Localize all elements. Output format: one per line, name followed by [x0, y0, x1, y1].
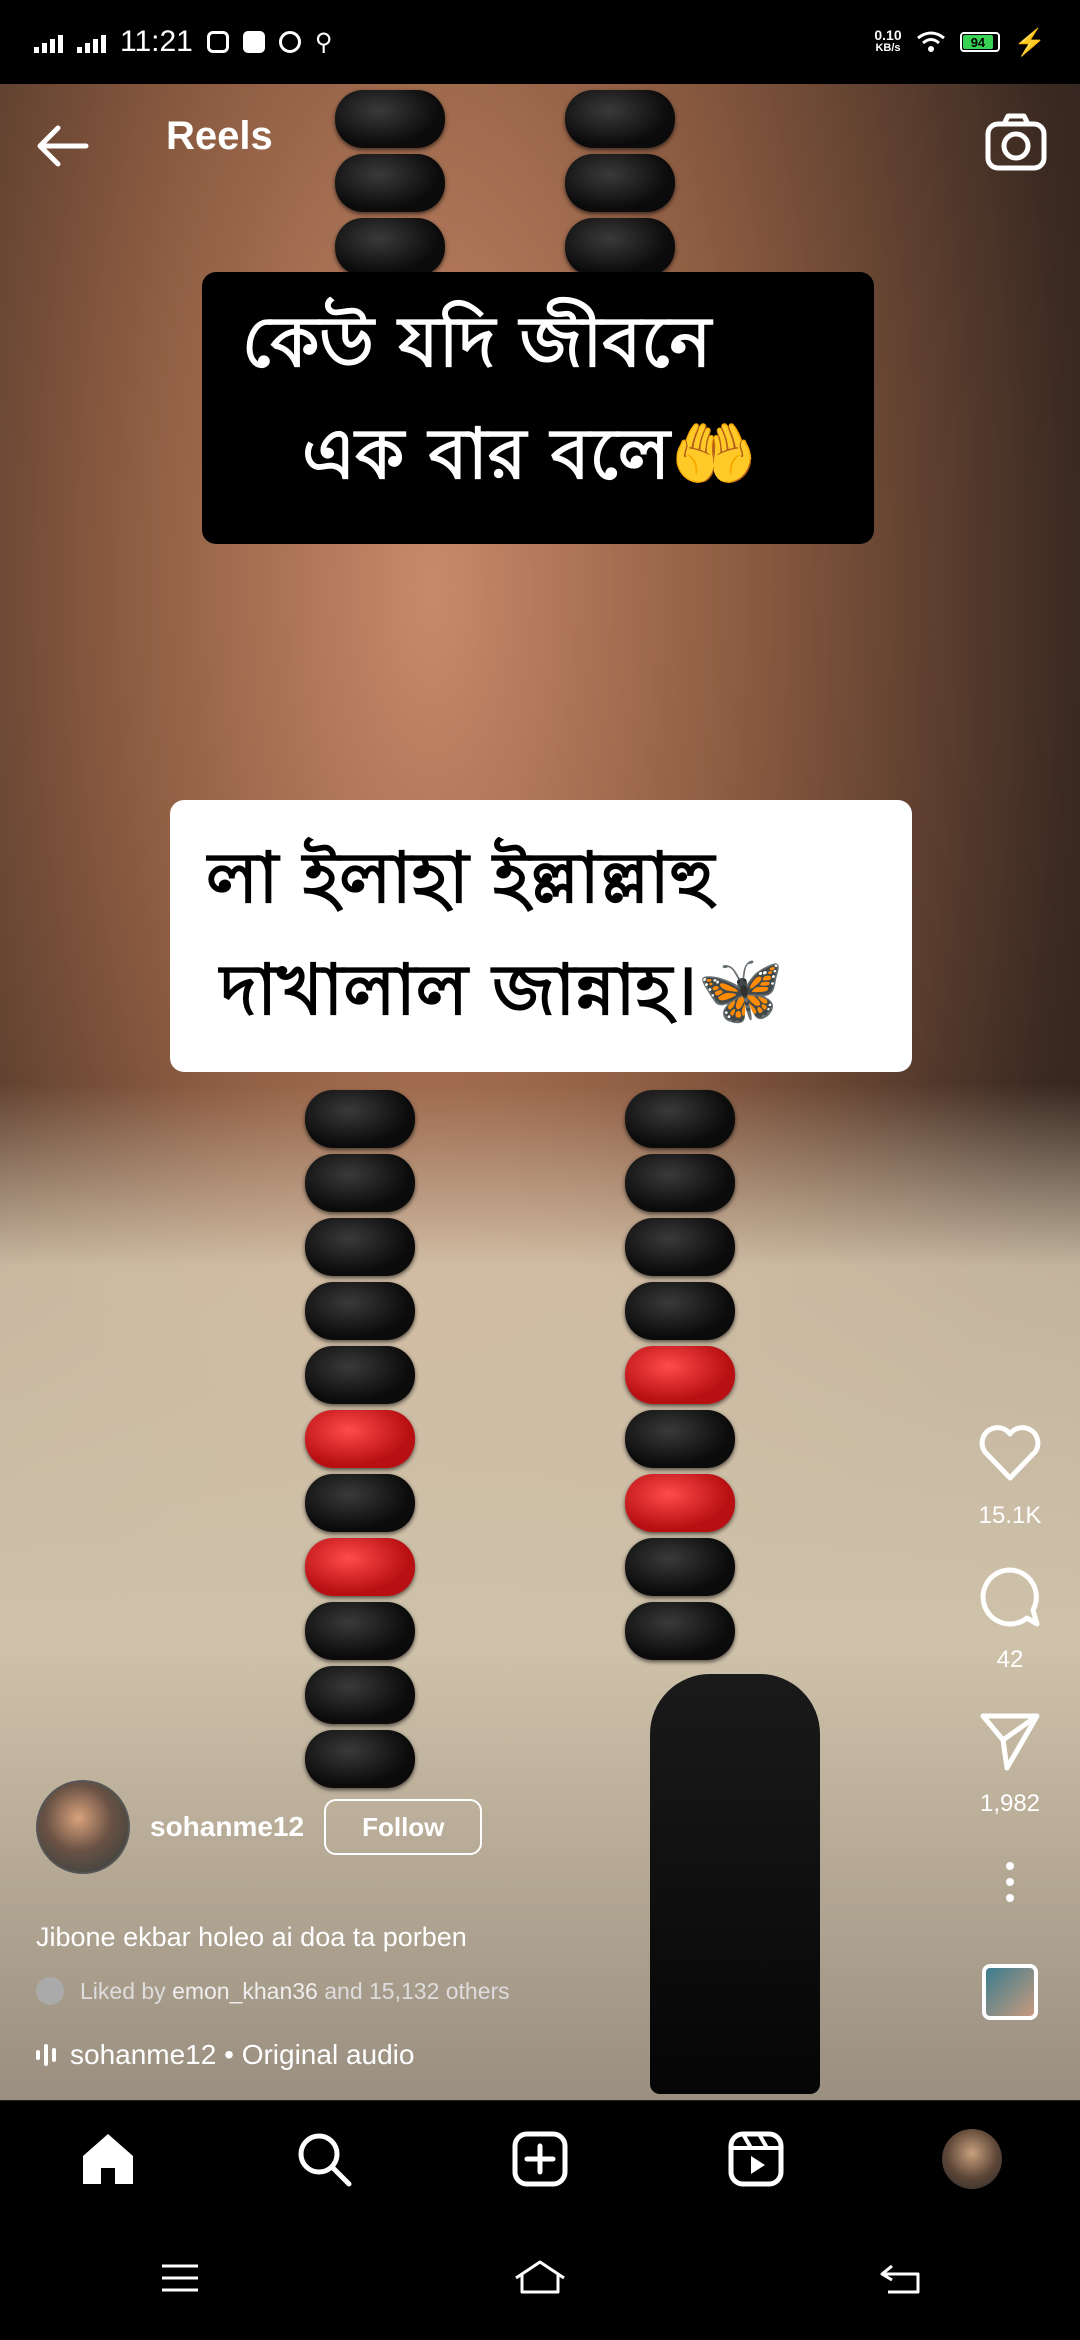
bead-strand-left-lower: [300, 1084, 420, 1794]
camera-icon: [985, 113, 1047, 171]
reels-header: Reels: [0, 110, 1080, 210]
reel-actions: 15.1K 42 1,982: [960, 1420, 1060, 2020]
video-caption-top: কেউ যদি জীবনে এক বার বলে🤲: [202, 272, 874, 544]
system-home-button[interactable]: [510, 2253, 570, 2303]
charging-icon: ⚡: [1013, 26, 1046, 57]
camera-button[interactable]: [984, 110, 1048, 174]
status-bar: 11:21 ⚲ 0.10 KB/s 94 ⚡: [0, 0, 1080, 84]
reels-icon: [728, 2131, 784, 2187]
network-speed: 0.10 KB/s: [874, 27, 902, 55]
location-icon: ⚲: [314, 28, 333, 56]
follow-button[interactable]: Follow: [324, 1799, 483, 1855]
heart-icon[interactable]: [977, 1420, 1043, 1486]
more-options-button[interactable]: [977, 1852, 1043, 1912]
post-caption[interactable]: Jibone ekbar holeo ai doa ta porben: [36, 1922, 936, 1953]
like-count: 15.1K: [978, 1502, 1042, 1529]
author-row: sohanme12 Follow: [36, 1780, 936, 1874]
network-speed-unit: KB/s: [875, 42, 901, 54]
home-icon: [83, 2134, 133, 2184]
share-count: 1,982: [979, 1790, 1041, 1817]
youtube-notification-icon: [242, 31, 265, 53]
instagram-notification-icon: [206, 31, 229, 53]
bead-strand-right-lower: [620, 1084, 740, 1666]
post-meta: sohanme12 Follow Jibone ekbar holeo ai d…: [36, 1780, 936, 2071]
audio-bars-icon: [36, 2044, 56, 2066]
nav-home[interactable]: [73, 2124, 143, 2194]
status-time: 11:21: [120, 25, 193, 58]
menu-icon: [162, 2264, 198, 2292]
page-title: Reels: [166, 114, 273, 158]
bottom-navigation: [0, 2100, 1080, 2217]
back-button[interactable]: [32, 116, 104, 188]
back-icon: [880, 2264, 920, 2294]
liked-by-prefix: Liked by: [80, 1977, 166, 2004]
liked-by-suffix: and 15,132 others: [324, 1977, 510, 2004]
facebook-notification-icon: [278, 31, 301, 53]
wifi-icon: [916, 31, 945, 52]
send-icon[interactable]: [977, 1708, 1043, 1774]
system-menu-button[interactable]: [150, 2253, 210, 2303]
status-left: 11:21 ⚲: [34, 25, 332, 59]
nav-search[interactable]: [289, 2124, 359, 2194]
battery-level: 94: [962, 35, 994, 50]
share-action[interactable]: 1,982: [960, 1708, 1060, 1818]
liked-by-avatar: [36, 1977, 64, 2005]
signal-icon: [34, 31, 63, 53]
profile-avatar: [942, 2129, 1002, 2189]
caption-top-line1: কেউ যদি জীবনে: [242, 301, 712, 383]
author-avatar[interactable]: [36, 1780, 130, 1874]
caption-bottom-line1: লা ইলাহা ইল্লাল্লাহু: [206, 837, 715, 919]
comment-action[interactable]: 42: [960, 1564, 1060, 1674]
comment-count: 42: [996, 1646, 1024, 1673]
network-speed-value: 0.10: [874, 27, 902, 43]
signal-icon-2: [77, 31, 106, 53]
comment-icon[interactable]: [977, 1564, 1043, 1630]
search-icon: [298, 2133, 352, 2187]
home-outline-icon: [515, 2260, 565, 2294]
system-back-button[interactable]: [870, 2253, 930, 2303]
audio-thumbnail[interactable]: [982, 1964, 1038, 2020]
arrow-left-icon: [37, 125, 89, 167]
audio-row[interactable]: sohanme12 • Original audio: [36, 2039, 936, 2071]
plus-square-icon: [512, 2131, 568, 2187]
liked-by-user[interactable]: emon_khan36: [172, 1978, 318, 2005]
system-navigation: [0, 2216, 1080, 2340]
video-caption-bottom: লা ইলাহা ইল্লাল্লাহু দাখালাল জান্নাহ।🦋: [170, 800, 912, 1072]
battery-icon: 94: [959, 32, 1000, 52]
nav-profile[interactable]: [937, 2124, 1007, 2194]
audio-label: sohanme12 • Original audio: [70, 2039, 415, 2070]
like-action[interactable]: 15.1K: [960, 1420, 1060, 1530]
status-right: 0.10 KB/s 94 ⚡: [874, 27, 1046, 58]
nav-create[interactable]: [505, 2124, 575, 2194]
caption-bottom-line2: দাখালাল জান্নাহ।🦋: [220, 949, 785, 1031]
nav-reels[interactable]: [721, 2124, 791, 2194]
author-username[interactable]: sohanme12: [150, 1811, 304, 1843]
liked-by-row[interactable]: Liked by emon_khan36 and 15,132 others: [36, 1977, 936, 2005]
caption-top-line2: এক বার বলে🤲: [302, 413, 758, 495]
